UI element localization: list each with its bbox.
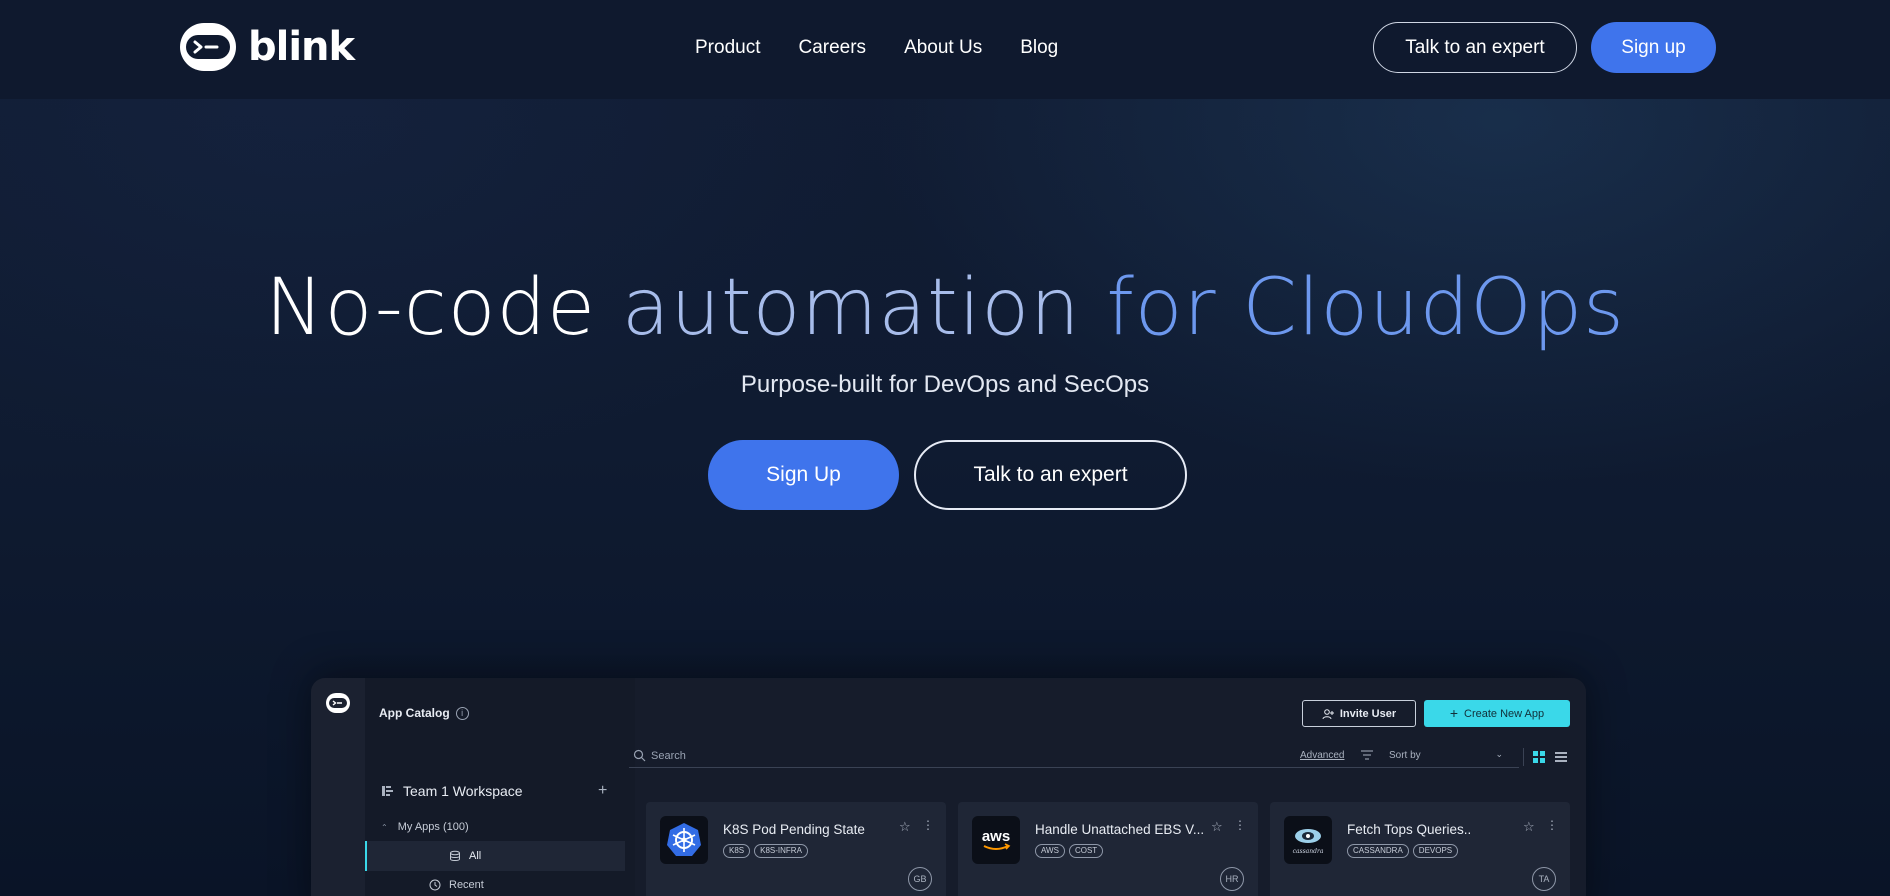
brand-logo[interactable]: blink xyxy=(180,23,355,71)
search-icon xyxy=(633,749,646,762)
avatar: GB xyxy=(908,867,932,891)
app-card[interactable]: K8S Pod Pending State K8S K8S-INFRA ☆ ⋮ … xyxy=(646,802,946,896)
nav-link-product[interactable]: Product xyxy=(695,35,760,61)
app-card-tags: CASSANDRA DEVOPS xyxy=(1347,844,1459,858)
advanced-search-link[interactable]: Advanced xyxy=(1300,750,1344,761)
tag[interactable]: K8S xyxy=(723,844,751,858)
app-rail xyxy=(311,678,365,896)
info-icon[interactable]: i xyxy=(455,706,469,720)
svg-text:cassandra: cassandra xyxy=(1293,848,1324,855)
nav-talk-to-expert-button[interactable]: Talk to an expert xyxy=(1373,22,1577,73)
grid-view-icon[interactable] xyxy=(1533,751,1545,763)
avatar: HR xyxy=(1220,867,1244,891)
brand-name: blink xyxy=(248,24,355,70)
nav-link-blog[interactable]: Blog xyxy=(1020,35,1058,61)
hero-talk-to-expert-button[interactable]: Talk to an expert xyxy=(914,440,1187,510)
clock-icon xyxy=(429,879,441,891)
hero-subtitle: Purpose-built for DevOps and SecOps xyxy=(740,371,1150,398)
sidebar-item-all[interactable]: All xyxy=(365,841,625,871)
app-card-title: Fetch Tops Queries.. xyxy=(1347,822,1472,837)
tag[interactable]: DEVOPS xyxy=(1412,844,1459,858)
app-card-tags: K8S K8S-INFRA xyxy=(723,844,808,858)
sort-by-select[interactable]: Sort by ⌄ xyxy=(1383,746,1511,768)
app-card[interactable]: cassandra Fetch Tops Queries.. CASSANDRA… xyxy=(1270,802,1570,896)
nav-link-careers[interactable]: Careers xyxy=(798,35,866,61)
kubernetes-icon xyxy=(660,816,708,864)
my-apps-group[interactable]: ⌃ My Apps (100) xyxy=(381,821,469,833)
hero-title: No-code automation for CloudOps xyxy=(0,262,1890,354)
list-view-icon[interactable] xyxy=(1555,751,1567,763)
sidebar-item-all-label: All xyxy=(469,850,482,862)
sidebar-item-recent[interactable]: Recent xyxy=(429,879,484,891)
more-vertical-icon[interactable]: ⋮ xyxy=(922,818,934,832)
star-icon[interactable]: ☆ xyxy=(1523,819,1535,835)
avatar: TA xyxy=(1532,867,1556,891)
my-apps-label: My Apps (100) xyxy=(397,821,469,833)
cassandra-icon: cassandra xyxy=(1284,816,1332,864)
main-nav: Product Careers About Us Blog xyxy=(695,35,1058,61)
app-catalog-label: App Catalog xyxy=(379,706,450,720)
more-vertical-icon[interactable]: ⋮ xyxy=(1234,818,1246,832)
plus-icon: + xyxy=(1449,705,1459,721)
star-icon[interactable]: ☆ xyxy=(899,819,911,835)
add-workspace-icon[interactable]: + xyxy=(598,782,607,800)
search-placeholder: Search xyxy=(651,750,686,762)
nav-signup-button[interactable]: Sign up xyxy=(1591,22,1716,73)
toolbar-divider xyxy=(1523,748,1524,766)
tag[interactable]: COST xyxy=(1068,844,1104,858)
app-logo-icon[interactable] xyxy=(326,693,350,713)
chevron-down-icon: ⌄ xyxy=(1495,749,1503,759)
stack-icon xyxy=(450,850,460,861)
blink-logo-icon xyxy=(180,23,236,71)
create-new-app-button[interactable]: + Create New App xyxy=(1424,700,1570,727)
create-new-app-label: Create New App xyxy=(1464,707,1545,720)
sort-by-label: Sort by xyxy=(1389,750,1421,761)
star-icon[interactable]: ☆ xyxy=(1211,819,1223,835)
filter-icon[interactable] xyxy=(1361,750,1373,760)
workspace-icon xyxy=(382,786,393,796)
app-card-title: K8S Pod Pending State xyxy=(723,822,865,837)
hero-signup-button[interactable]: Sign Up xyxy=(708,440,899,510)
navbar: blink Product Careers About Us Blog Talk… xyxy=(0,0,1890,99)
app-preview: App Catalog i Invite User + Create New A… xyxy=(311,678,1586,896)
more-vertical-icon[interactable]: ⋮ xyxy=(1546,818,1558,832)
sidebar-item-recent-label: Recent xyxy=(449,879,484,891)
tag[interactable]: AWS xyxy=(1035,844,1065,858)
app-card-title: Handle Unattached EBS V... xyxy=(1035,822,1205,837)
add-user-icon xyxy=(1322,708,1334,719)
tag[interactable]: K8S-INFRA xyxy=(754,844,808,858)
svg-text:aws: aws xyxy=(982,828,1010,845)
app-card-tags: AWS COST xyxy=(1035,844,1104,858)
app-card[interactable]: aws Handle Unattached EBS V... AWS COST … xyxy=(958,802,1258,896)
invite-user-label: Invite User xyxy=(1339,707,1397,720)
tag[interactable]: CASSANDRA xyxy=(1347,844,1409,858)
hero-title-part3: for CloudOps xyxy=(1080,263,1625,353)
aws-icon: aws xyxy=(972,816,1020,864)
workspace-label: Team 1 Workspace xyxy=(403,783,523,799)
app-catalog-title: App Catalog i xyxy=(379,706,469,720)
invite-user-button[interactable]: Invite User xyxy=(1302,700,1416,727)
nav-link-about-us[interactable]: About Us xyxy=(904,35,982,61)
chevron-up-icon: ⌃ xyxy=(381,822,388,832)
workspace-selector[interactable]: Team 1 Workspace xyxy=(381,783,523,799)
hero-title-part1: No-code xyxy=(265,263,622,353)
hero-title-part2: automation xyxy=(621,263,1081,353)
